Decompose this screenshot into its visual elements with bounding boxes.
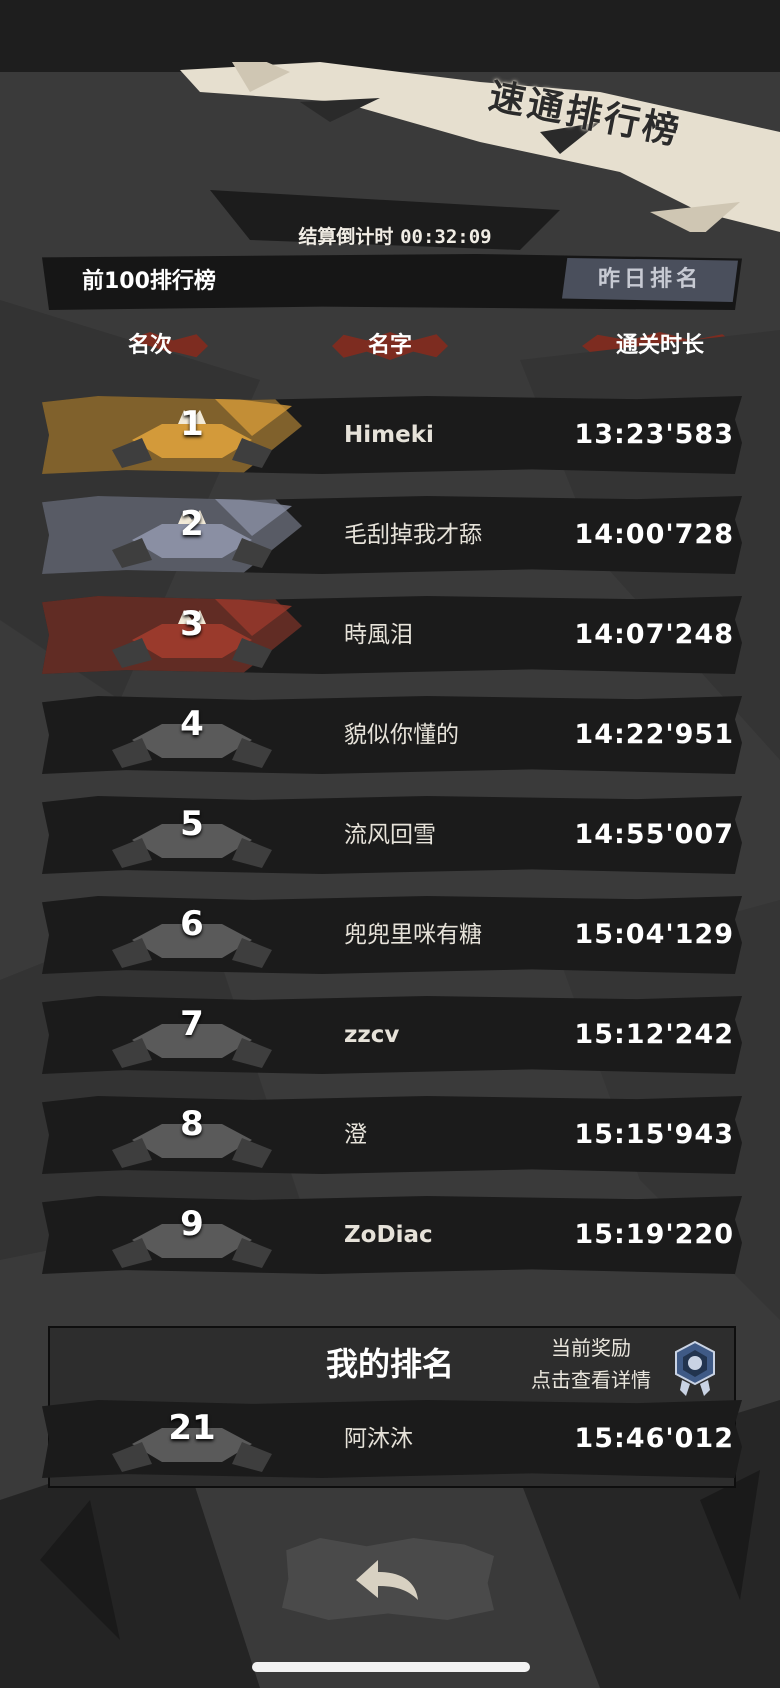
leaderboard-row: 5 流风回雪 14:55'007 — [42, 796, 742, 874]
leaderboard-row: 4 貌似你懂的 14:22'951 — [42, 696, 742, 774]
rank-number: 6 — [180, 904, 204, 944]
rank-number: 1 — [180, 404, 204, 444]
player-name: Himeki — [344, 422, 434, 448]
clear-time: 14:55'007 — [574, 819, 734, 850]
home-indicator — [252, 1662, 530, 1672]
my-rank-row: 21 阿沐沐 15:46'012 — [42, 1400, 742, 1478]
clear-time: 15:12'242 — [574, 1019, 734, 1050]
player-name: 貌似你懂的 — [344, 722, 459, 748]
player-name: 澄 — [344, 1122, 367, 1148]
clear-time: 15:19'220 — [574, 1219, 734, 1250]
clear-time: 15:15'943 — [574, 1119, 734, 1150]
leaderboard-row: 6 兜兜里咪有糖 15:04'129 — [42, 896, 742, 974]
clear-time: 13:23'583 — [574, 419, 734, 450]
leaderboard-row: 1 Himeki 13:23'583 — [42, 396, 742, 474]
leaderboard-row: 7 zzcv 15:12'242 — [42, 996, 742, 1074]
clear-time: 14:07'248 — [574, 619, 734, 650]
column-header-name: 名字 — [350, 326, 430, 366]
leaderboard-row: 9 ZoDiac 15:19'220 — [42, 1196, 742, 1274]
my-rank-number: 21 — [168, 1408, 216, 1448]
countdown-value: 00:32:09 — [400, 226, 492, 248]
my-player-name: 阿沐沐 — [344, 1426, 413, 1452]
rank-number: 7 — [180, 1004, 204, 1044]
rank-number: 2 — [180, 504, 204, 544]
leaderboard-row: 2 毛刮掉我才舔 14:00'728 — [42, 496, 742, 574]
yesterday-ranking-button[interactable]: 昨日排名 — [562, 258, 738, 302]
player-name: 毛刮掉我才舔 — [344, 522, 482, 548]
reward-detail-label: 点击查看详情 — [531, 1368, 651, 1392]
player-name: 兜兜里咪有糖 — [344, 922, 482, 948]
player-name: 流风回雪 — [344, 822, 436, 848]
clear-time: 14:22'951 — [574, 719, 734, 750]
back-arrow-icon — [356, 1560, 418, 1600]
player-name: 時風泪 — [344, 622, 413, 648]
leaderboard-row: 3 時風泪 14:07'248 — [42, 596, 742, 674]
column-header-rank: 名次 — [110, 326, 190, 366]
reward-label: 当前奖励 — [551, 1336, 631, 1360]
back-button[interactable] — [282, 1538, 494, 1620]
player-name: zzcv — [344, 1022, 400, 1048]
my-clear-time: 15:46'012 — [574, 1423, 734, 1454]
my-rank-title: 我的排名 — [310, 1340, 470, 1388]
countdown-label: 结算倒计时 — [298, 226, 394, 248]
rank-number: 8 — [180, 1104, 204, 1144]
rank-number: 5 — [180, 804, 204, 844]
medal-icon[interactable] — [672, 1340, 718, 1398]
top100-label: 前100排行榜 — [82, 269, 216, 294]
player-name: ZoDiac — [344, 1222, 433, 1248]
column-header-time: 通关时长 — [600, 326, 720, 366]
rank-number: 9 — [180, 1204, 204, 1244]
rank-number: 3 — [180, 604, 204, 644]
rank-number: 4 — [180, 704, 204, 744]
clear-time: 14:00'728 — [574, 519, 734, 550]
leaderboard-row: 8 澄 15:15'943 — [42, 1096, 742, 1174]
clear-time: 15:04'129 — [574, 919, 734, 950]
settlement-countdown: 结算倒计时 00:32:09 — [260, 222, 530, 249]
current-reward-link[interactable]: 当前奖励 点击查看详情 — [516, 1332, 666, 1396]
